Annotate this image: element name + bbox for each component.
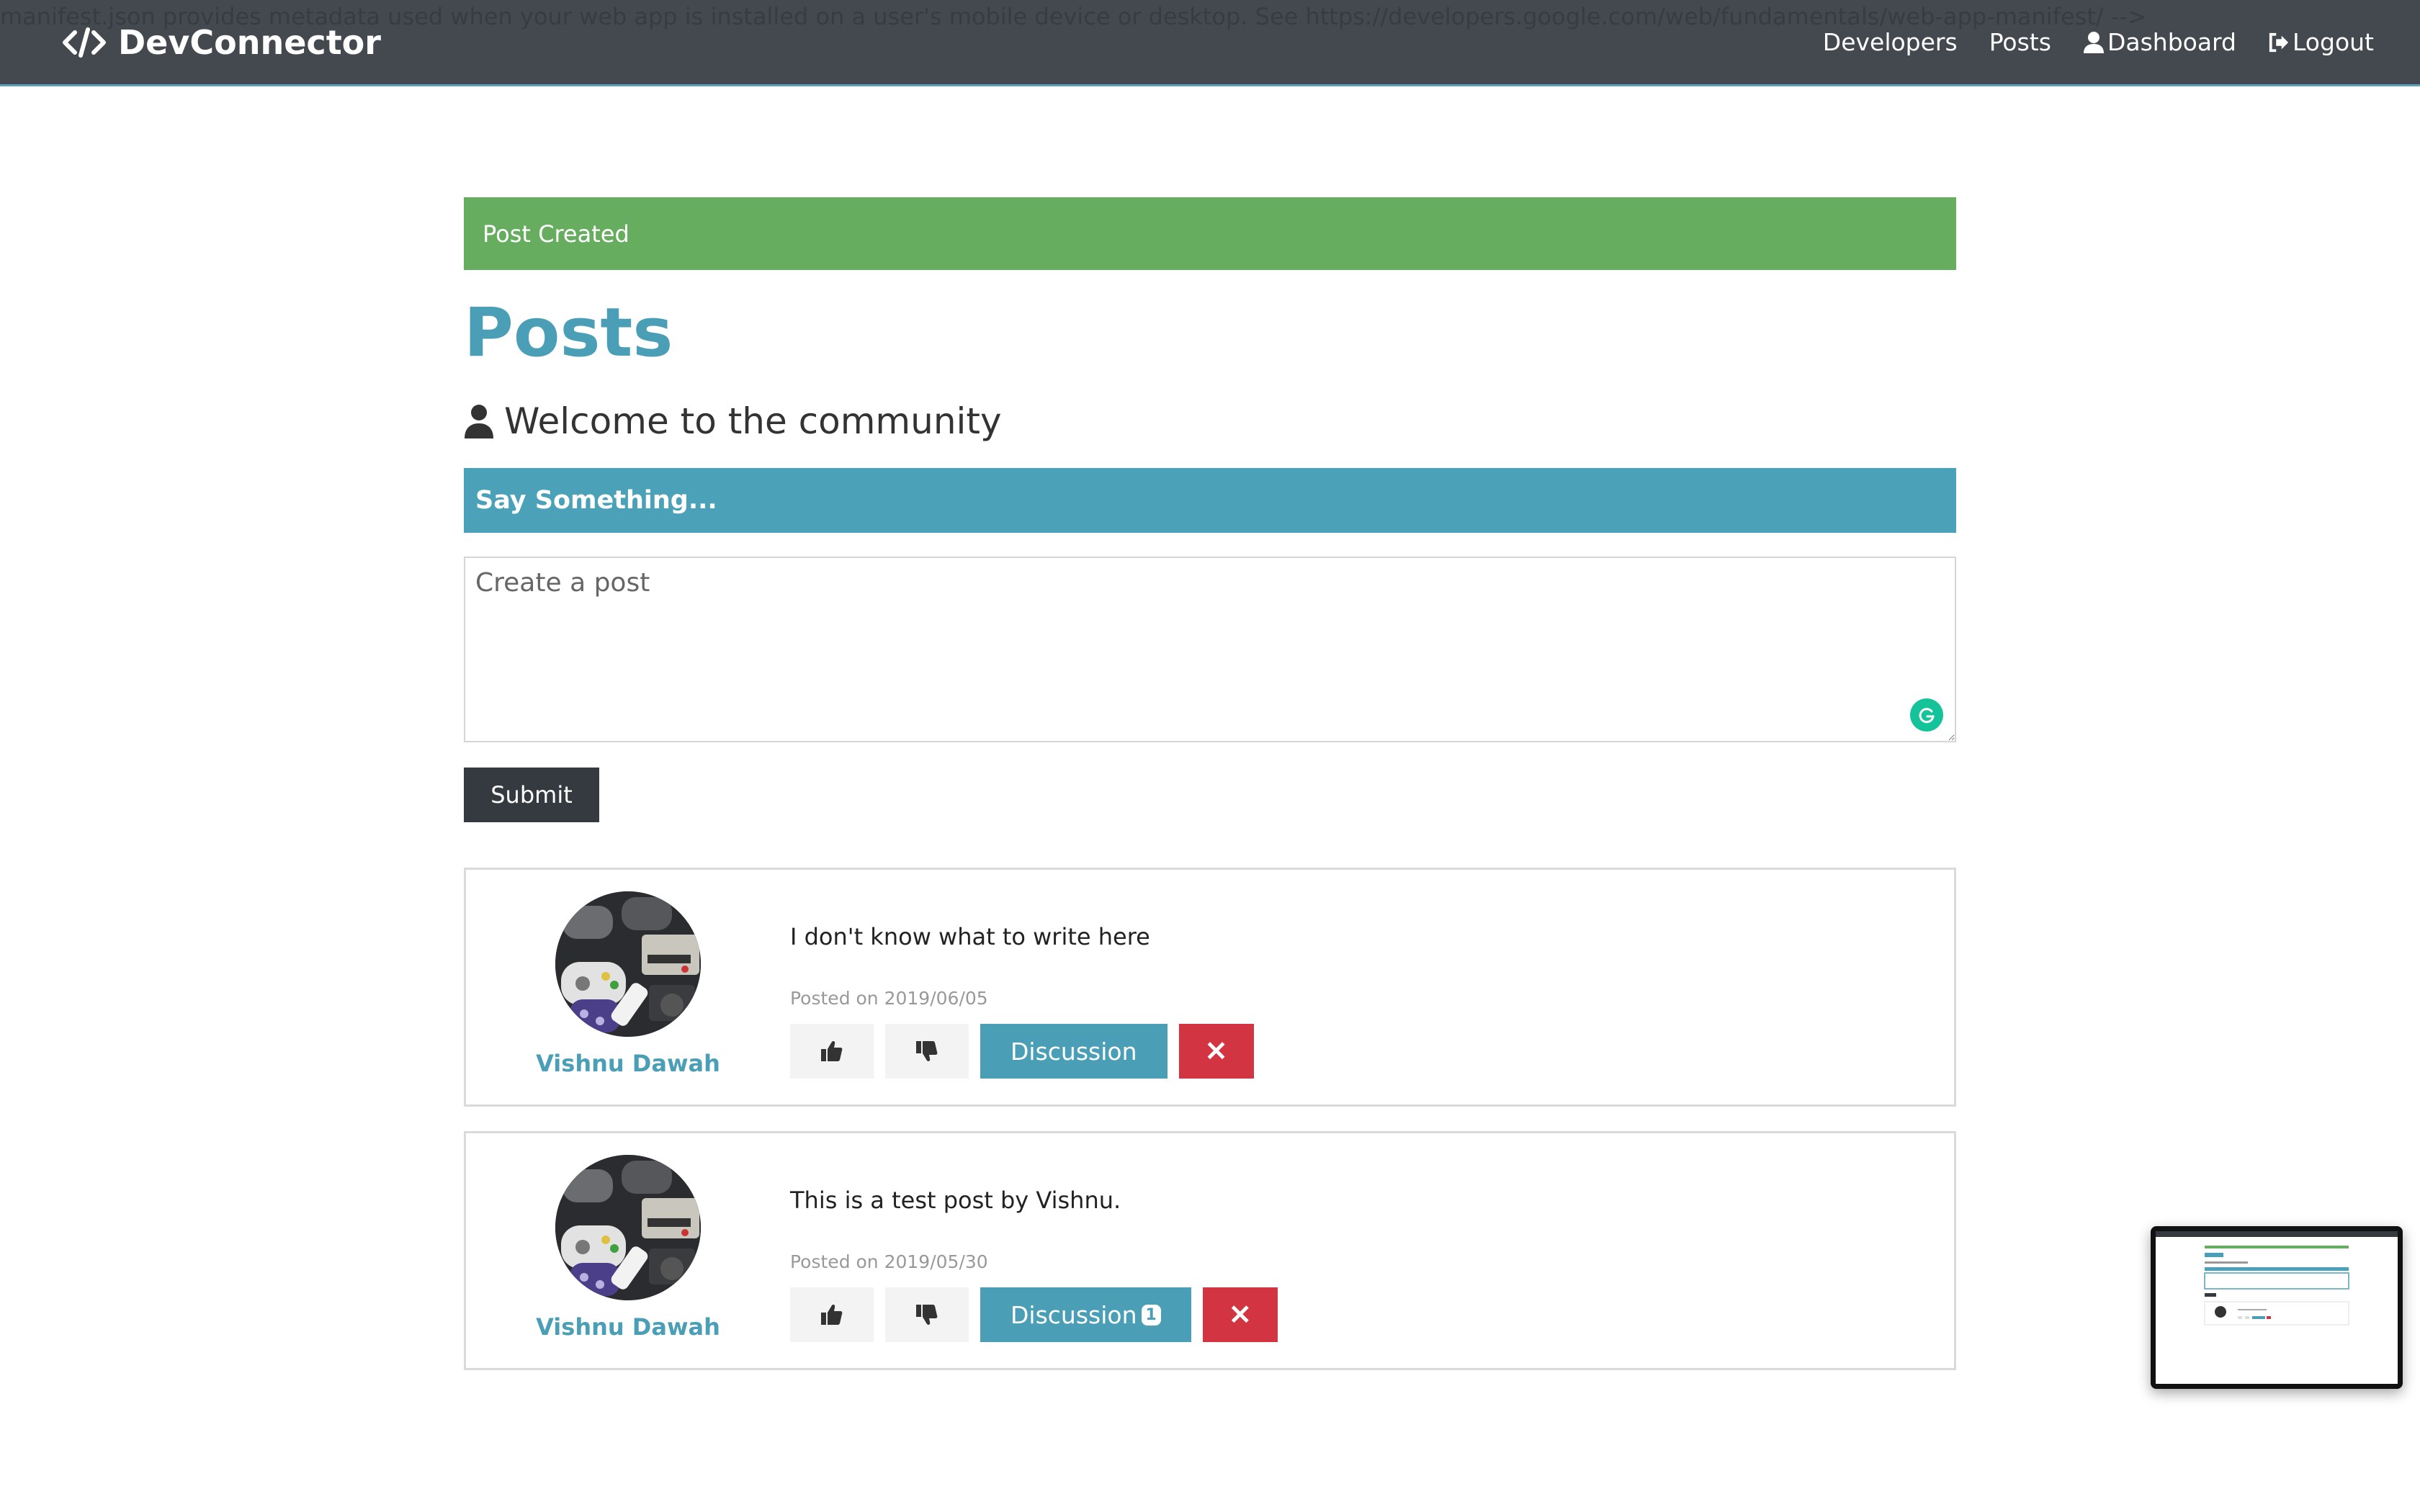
code-icon [63, 27, 106, 58]
discussion-label: Discussion [1010, 1037, 1137, 1066]
post-item: Vishnu Dawah I don't know what to write … [464, 868, 1956, 1107]
post-date: Posted on 2019/06/05 [790, 988, 988, 1009]
lead-label: Welcome to the community [504, 400, 1002, 443]
author-name[interactable]: Vishnu Dawah [536, 1050, 720, 1077]
post-form [464, 557, 1956, 745]
nav-link-logout[interactable]: Logout [2268, 28, 2374, 56]
post-form-header-text: Say Something... [475, 486, 717, 516]
user-icon [465, 405, 493, 439]
submit-button[interactable]: Submit [464, 768, 599, 823]
user-icon [2083, 31, 2104, 53]
delete-post-button[interactable]: ✕ [1202, 1287, 1278, 1343]
grammarly-g-icon [1919, 708, 1935, 724]
nav-link-label: Dashboard [2107, 28, 2236, 56]
lead-text: Welcome to the community [464, 400, 1956, 442]
like-button[interactable] [790, 1024, 874, 1079]
unlike-button[interactable] [885, 1287, 969, 1343]
discussion-label: Discussion [1010, 1300, 1137, 1329]
thumbs-down-icon [916, 1305, 938, 1326]
posts-list: Vishnu Dawah I don't know what to write … [464, 868, 1956, 1371]
discussion-button[interactable]: Discussion [980, 1024, 1168, 1079]
brand-link[interactable]: DevConnector [62, 23, 381, 62]
sign-out-icon [2269, 32, 2289, 52]
success-alert: Post Created [464, 197, 1956, 270]
post-date: Posted on 2019/05/30 [790, 1251, 988, 1273]
nav-link-label: Developers [1822, 28, 1958, 56]
avatar-image [555, 891, 701, 1038]
post-text: I don't know what to write here [790, 923, 1150, 951]
thumbs-up-icon [821, 1305, 843, 1326]
post-text: This is a test post by Vishnu. [790, 1187, 1121, 1215]
main-container: Post Created Posts Welcome to the commun… [464, 197, 1956, 1371]
post-body: This is a test post by Vishnu. Posted on… [790, 1133, 1278, 1343]
post-actions: Discussion ✕ [790, 1024, 1254, 1079]
thumbnail-image [2156, 1231, 2398, 1384]
avatar [555, 891, 701, 1038]
nav-link-posts[interactable]: Posts [1989, 28, 2051, 56]
thumbs-up-icon [821, 1041, 843, 1062]
author-name[interactable]: Vishnu Dawah [536, 1313, 720, 1341]
nav-links: Developers Posts Dashboard Logout [1823, 28, 2374, 56]
post-author[interactable]: Vishnu Dawah [466, 1133, 790, 1341]
delete-post-button[interactable]: ✕ [1178, 1024, 1254, 1079]
post-body: I don't know what to write here Posted o… [790, 870, 1254, 1079]
avatar [555, 1155, 701, 1301]
close-icon: ✕ [1204, 1036, 1228, 1067]
post-author[interactable]: Vishnu Dawah [466, 870, 790, 1077]
unlike-button[interactable] [885, 1024, 969, 1079]
post-form-header: Say Something... [464, 468, 1956, 534]
nav-link-label: Posts [1989, 28, 2051, 56]
alert-text: Post Created [483, 220, 629, 248]
thumbs-down-icon [916, 1041, 938, 1062]
avatar-image [555, 1155, 701, 1301]
screenshot-thumbnail-preview[interactable] [2151, 1226, 2403, 1389]
close-icon: ✕ [1228, 1300, 1252, 1331]
page-title: Posts [464, 294, 673, 372]
discussion-button[interactable]: Discussion 1 [980, 1287, 1191, 1343]
nav-link-developers[interactable]: Developers [1823, 28, 1958, 56]
create-post-textarea[interactable] [464, 557, 1956, 743]
like-button[interactable] [790, 1287, 874, 1343]
post-item: Vishnu Dawah This is a test post by Vish… [464, 1131, 1956, 1371]
navbar: DevConnector Developers Posts Dashboard … [0, 0, 2420, 86]
brand-text: DevConnector [118, 22, 381, 62]
nav-link-label: Logout [2293, 28, 2374, 56]
post-actions: Discussion 1 ✕ [790, 1287, 1278, 1343]
nav-link-dashboard[interactable]: Dashboard [2083, 28, 2236, 56]
comment-count-badge: 1 [1141, 1304, 1161, 1326]
